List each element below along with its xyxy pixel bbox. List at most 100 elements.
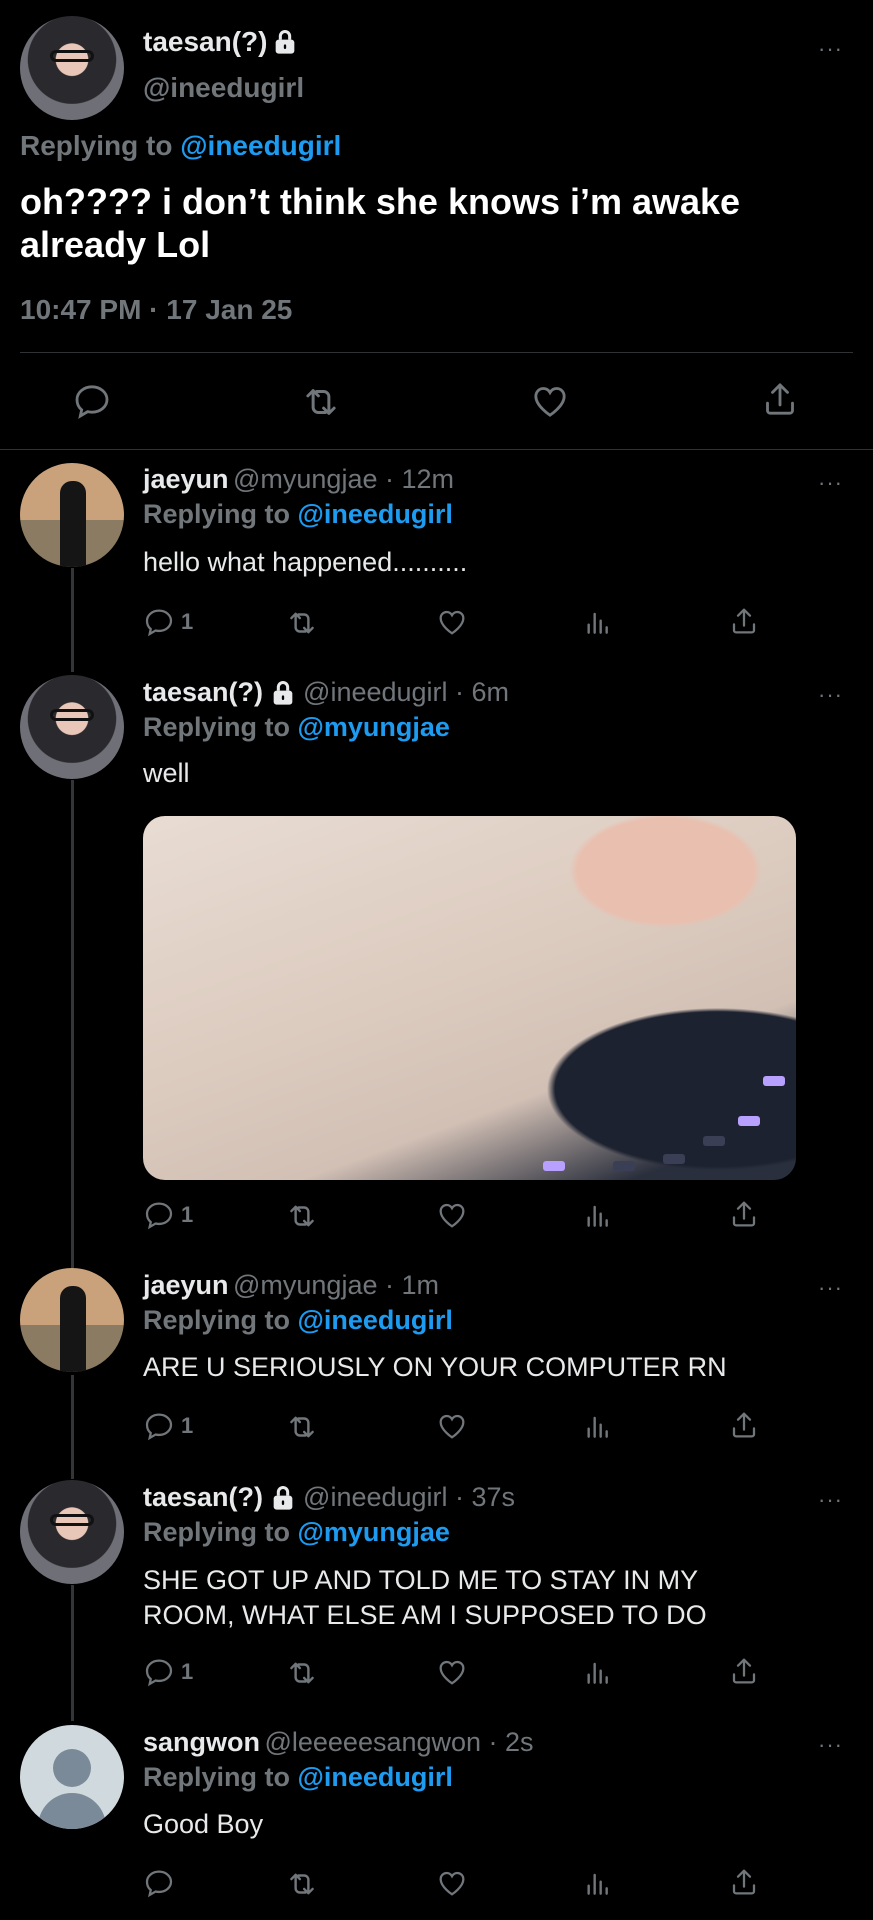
retweet-button[interactable] — [300, 381, 342, 423]
thread-line — [71, 1585, 74, 1721]
views-button[interactable] — [582, 606, 614, 638]
reply-button[interactable]: 1 — [143, 1656, 193, 1688]
retweet-button[interactable] — [285, 1199, 319, 1233]
reply-button[interactable] — [143, 1867, 175, 1899]
author-name[interactable]: taesan(?) — [143, 1482, 263, 1513]
retweet-button[interactable] — [285, 1656, 319, 1690]
tweet-text-line-1: oh???? i don’t think she knows i’m awake — [20, 181, 741, 222]
author-handle[interactable]: @leeeeesangwon · 2s — [264, 1727, 533, 1757]
views-button[interactable] — [582, 1867, 614, 1899]
retweet-button[interactable] — [285, 1867, 319, 1901]
reply-text: ARE U SERIOUSLY ON YOUR COMPUTER RN — [143, 1352, 727, 1382]
like-icon — [530, 381, 570, 421]
like-icon — [436, 606, 468, 638]
retweet-icon — [285, 606, 319, 640]
divider — [0, 449, 873, 450]
share-icon — [728, 1198, 760, 1230]
like-button[interactable] — [436, 606, 468, 638]
keyboard-key-decoration — [613, 1161, 635, 1171]
replying-to-handle[interactable]: @myungjae — [298, 712, 450, 742]
retweet-icon — [285, 1410, 319, 1444]
reply-header: sangwon @leeeeesangwon · 2s — [143, 1727, 534, 1758]
avatar[interactable] — [20, 1725, 124, 1829]
replying-to: Replying to @ineedugirl — [143, 1305, 453, 1336]
replying-to-handle[interactable]: @ineedugirl — [298, 499, 453, 529]
replying-to-handle[interactable]: @ineedugirl — [180, 130, 341, 161]
author-name[interactable]: sangwon — [143, 1727, 260, 1757]
author-name[interactable]: jaeyun — [143, 1270, 229, 1300]
replying-to-prefix: Replying to — [143, 712, 290, 742]
share-button[interactable] — [728, 1655, 760, 1687]
more-icon[interactable]: ··· — [818, 1275, 843, 1301]
author-name[interactable]: taesan(?) — [143, 677, 263, 708]
retweet-button[interactable] — [285, 1410, 319, 1444]
replying-to-prefix: Replying to — [143, 1517, 290, 1547]
lock-icon — [269, 1484, 297, 1512]
tweet-text-line-2: already Lol — [20, 224, 211, 265]
retweet-button[interactable] — [285, 606, 319, 640]
share-button[interactable] — [728, 1866, 760, 1898]
reply-text: SHE GOT UP AND TOLD ME TO STAY IN MY ROO… — [143, 1563, 707, 1633]
avatar[interactable] — [20, 1268, 124, 1372]
tweet-timestamp[interactable]: 10:47 PM · 17 Jan 25 — [20, 294, 292, 326]
keyboard-key-decoration — [703, 1136, 725, 1146]
avatar[interactable] — [20, 463, 124, 567]
reply-text: well — [143, 758, 190, 788]
avatar[interactable] — [20, 16, 124, 120]
more-icon[interactable]: ··· — [818, 470, 843, 496]
avatar[interactable] — [20, 675, 124, 779]
views-icon — [582, 606, 614, 638]
reply-count: 1 — [181, 1413, 194, 1438]
replying-to-prefix: Replying to — [143, 1305, 290, 1335]
main-tweet-author: taesan(?) — [143, 26, 299, 58]
like-icon — [436, 1656, 468, 1688]
reply-count: 1 — [181, 1659, 194, 1684]
author-handle[interactable]: @ineedugirl · 37s — [303, 1482, 515, 1513]
replying-to-handle[interactable]: @myungjae — [298, 1517, 450, 1547]
lock-icon — [271, 28, 299, 56]
share-button[interactable] — [728, 605, 760, 637]
reply-button[interactable] — [72, 381, 112, 421]
views-button[interactable] — [582, 1410, 614, 1442]
reply-button[interactable]: 1 — [143, 1199, 193, 1231]
like-button[interactable] — [436, 1867, 468, 1899]
more-icon[interactable]: ··· — [818, 1487, 843, 1513]
reply-button[interactable]: 1 — [143, 606, 193, 638]
like-button[interactable] — [436, 1656, 468, 1688]
views-button[interactable] — [582, 1199, 614, 1231]
reply-header: jaeyun @myungjae · 1m — [143, 1270, 439, 1301]
author-handle[interactable]: @ineedugirl · 6m — [303, 677, 509, 708]
reply-text: hello what happened.......... — [143, 547, 468, 577]
avatar[interactable] — [20, 1480, 124, 1584]
retweet-icon — [285, 1656, 319, 1690]
like-button[interactable] — [530, 381, 570, 421]
views-button[interactable] — [582, 1656, 614, 1688]
attached-photo[interactable] — [143, 816, 796, 1180]
more-icon[interactable]: ··· — [818, 682, 843, 708]
replying-to-prefix: Replying to — [20, 130, 173, 161]
like-button[interactable] — [436, 1410, 468, 1442]
author-handle[interactable]: @myungjae · 1m — [233, 1270, 439, 1300]
retweet-icon — [300, 381, 342, 423]
author-name[interactable]: taesan(?) — [143, 26, 267, 58]
reply-text: Good Boy — [143, 1809, 264, 1839]
avatar-glasses-decoration — [50, 1514, 94, 1526]
replying-to-handle[interactable]: @ineedugirl — [298, 1305, 453, 1335]
reply-header: jaeyun @myungjae · 12m — [143, 464, 454, 495]
retweet-icon — [285, 1867, 319, 1901]
more-icon[interactable]: ··· — [818, 36, 843, 62]
author-handle[interactable]: @ineedugirl — [143, 72, 304, 104]
author-handle[interactable]: @myungjae · 12m — [233, 464, 454, 494]
more-icon[interactable]: ··· — [818, 1732, 843, 1758]
share-button[interactable] — [728, 1409, 760, 1441]
replying-to-handle[interactable]: @ineedugirl — [298, 1762, 453, 1792]
reply-button[interactable]: 1 — [143, 1410, 193, 1442]
reply-icon — [143, 1410, 175, 1442]
keyboard-key-decoration — [663, 1154, 685, 1164]
share-button[interactable] — [760, 379, 800, 419]
replying-to: Replying to @ineedugirl — [20, 130, 341, 162]
thread-line — [71, 568, 74, 672]
share-button[interactable] — [728, 1198, 760, 1230]
author-name[interactable]: jaeyun — [143, 464, 229, 494]
like-button[interactable] — [436, 1199, 468, 1231]
